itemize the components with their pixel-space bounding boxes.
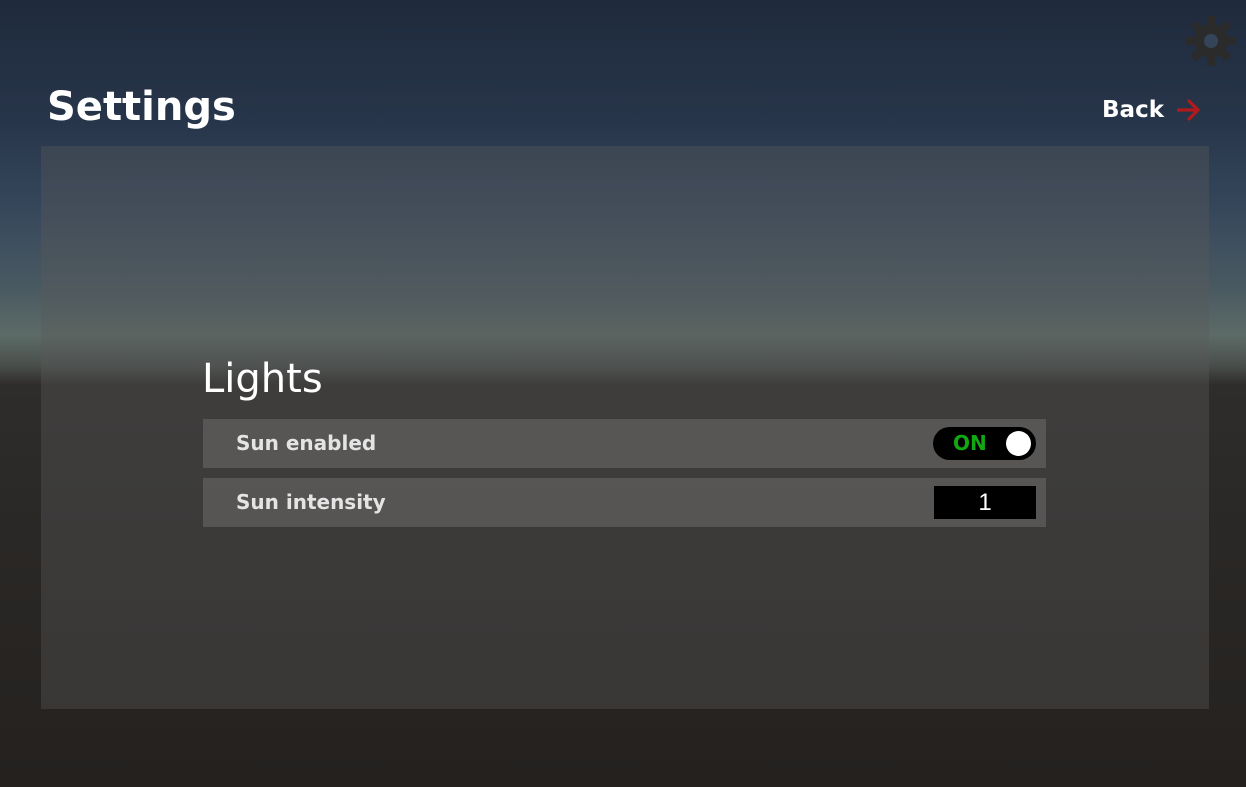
page-title: Settings	[47, 84, 236, 130]
toggle-state-text: ON	[953, 431, 987, 455]
gear-icon[interactable]	[1184, 14, 1238, 68]
section-title-lights: Lights	[202, 356, 323, 402]
setting-row-sun-enabled: Sun enabled ON	[203, 419, 1046, 468]
arrow-right-icon	[1177, 98, 1201, 122]
sun-enabled-label: Sun enabled	[236, 431, 377, 455]
toggle-knob	[1006, 431, 1031, 456]
setting-row-sun-intensity: Sun intensity	[203, 478, 1046, 527]
sun-enabled-toggle[interactable]: ON	[933, 427, 1036, 460]
sun-intensity-input[interactable]	[934, 486, 1036, 519]
back-label: Back	[1102, 97, 1164, 123]
sun-intensity-label: Sun intensity	[236, 490, 386, 514]
back-button[interactable]: Back	[1102, 96, 1202, 124]
